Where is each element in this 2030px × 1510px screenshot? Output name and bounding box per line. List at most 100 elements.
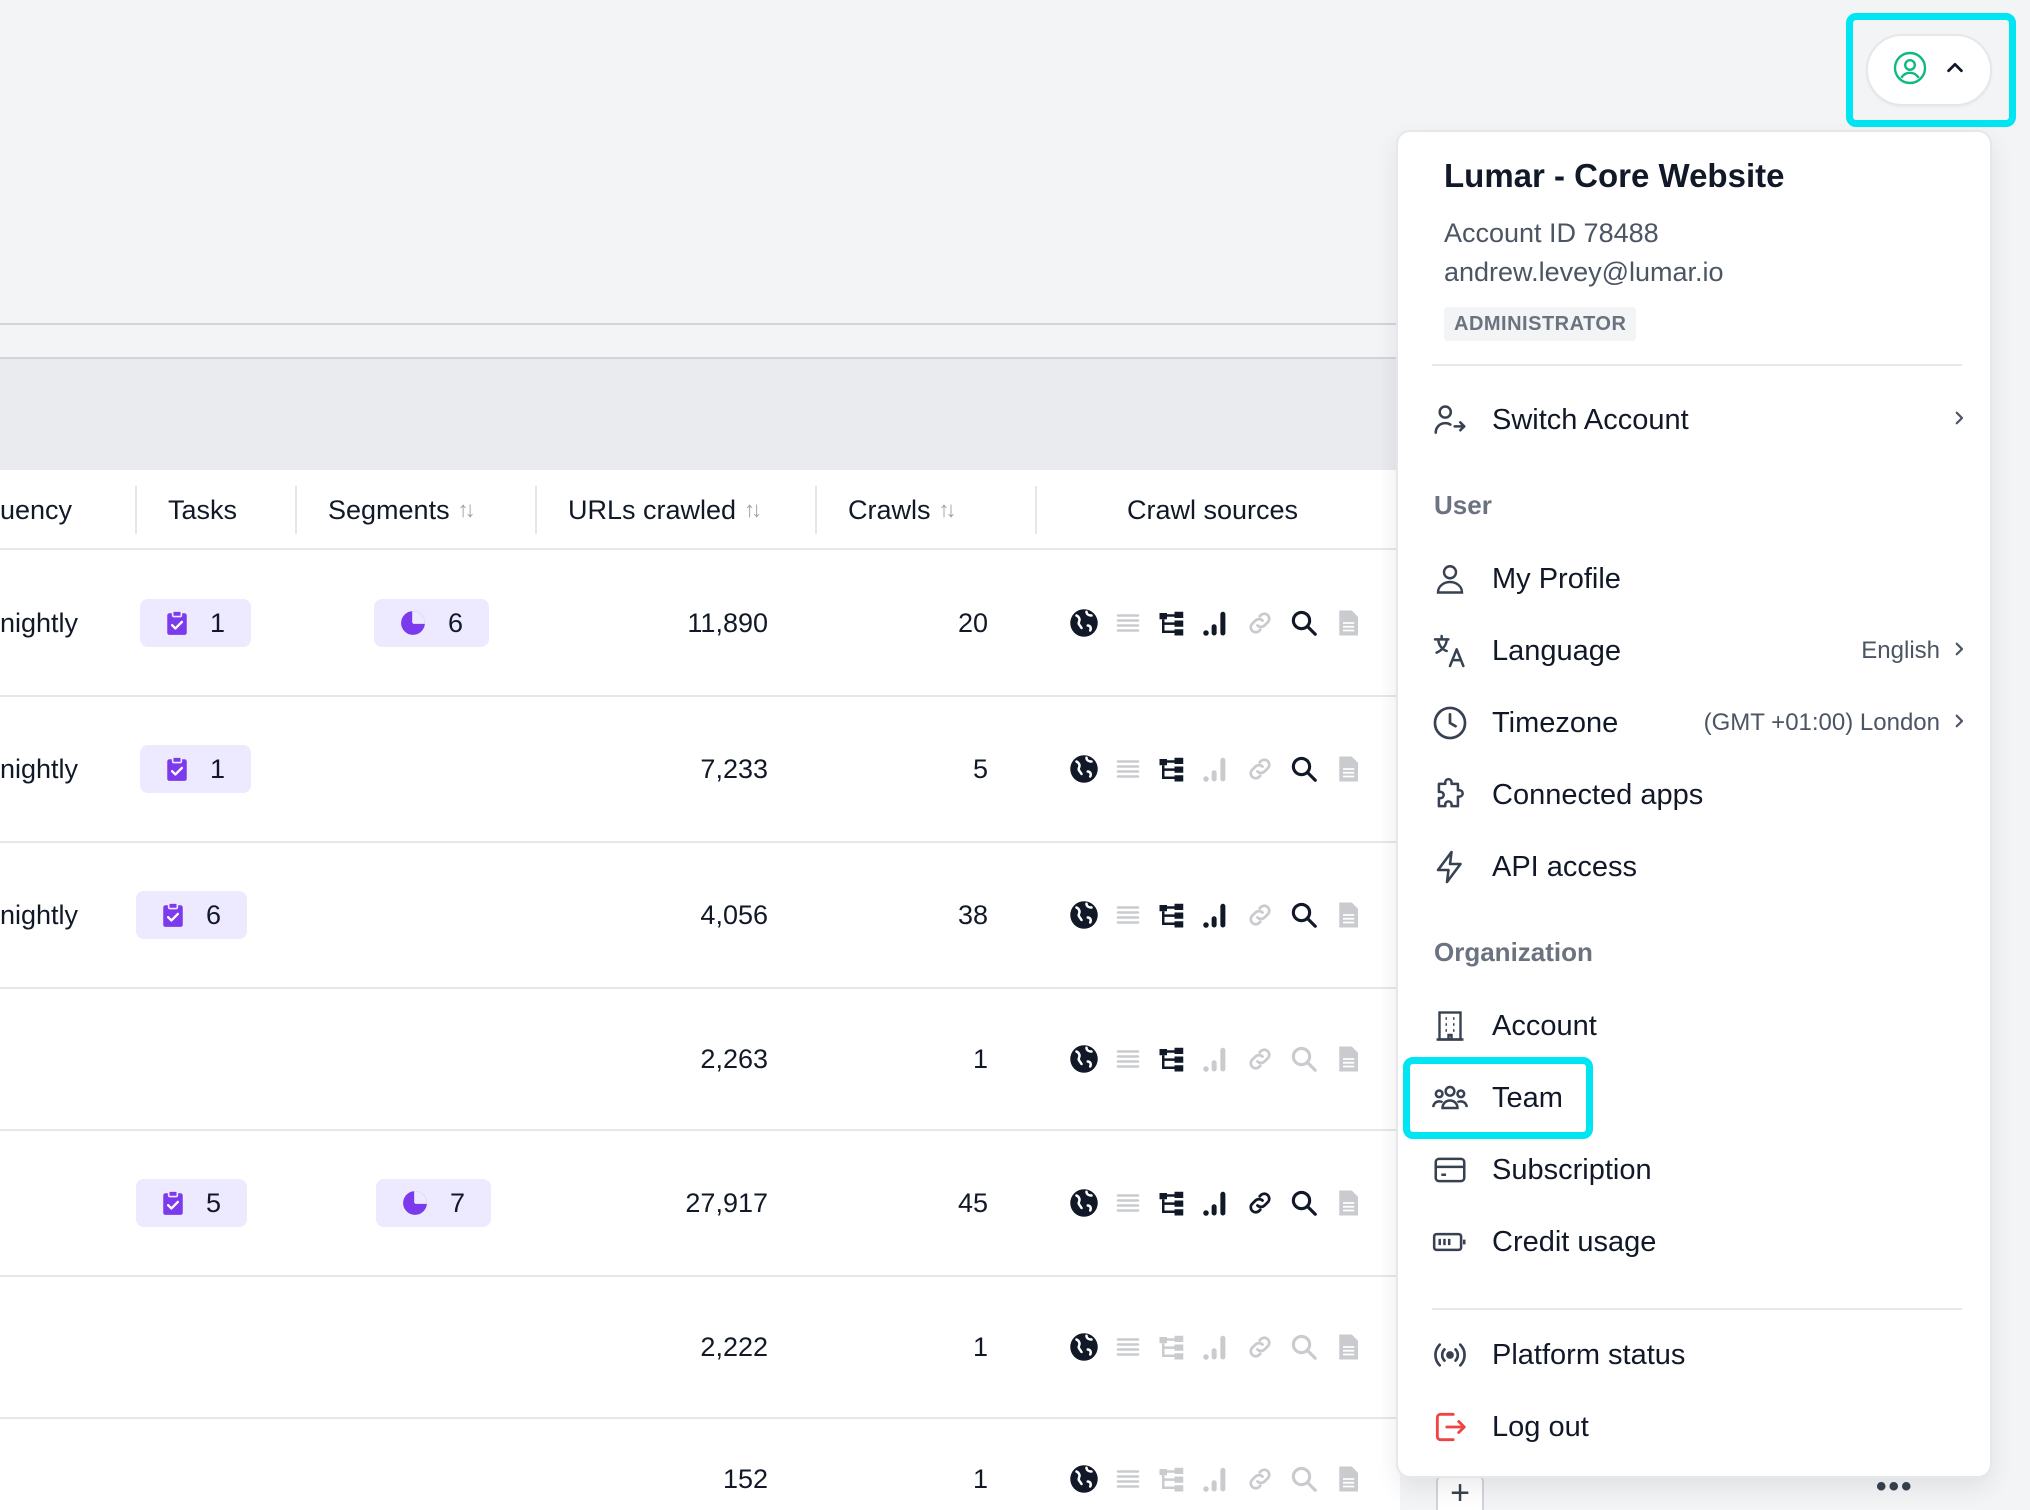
crawls-cell: 45 <box>957 1187 988 1218</box>
logout-icon <box>1428 1405 1472 1449</box>
header-divider <box>0 323 1400 325</box>
header-crawls[interactable]: Crawls ↑↓ <box>848 470 957 550</box>
frequency-cell: nightly <box>0 753 79 784</box>
translate-icon <box>1428 629 1472 673</box>
user-icon <box>1428 557 1472 601</box>
crawl-sources-cell <box>1062 989 1370 1129</box>
sitemap-icon <box>1150 1457 1194 1501</box>
table-row[interactable]: nightly 1 6 11,890 20 <box>0 551 1400 697</box>
globe-icon <box>1062 1181 1106 1225</box>
sort-icon[interactable]: ↑↓ <box>744 497 762 523</box>
table-row[interactable]: nightly 1 7,233 5 <box>0 697 1400 843</box>
tasks-badge[interactable]: 1 <box>140 745 252 793</box>
role-badge: ADMINISTRATOR <box>1444 307 1637 341</box>
urls-crawled-cell: 4,056 <box>700 899 768 930</box>
user-section-label: User <box>1434 490 1492 520</box>
backlinks-icon <box>1238 893 1282 937</box>
analytics-icon <box>1194 601 1238 645</box>
clock-icon <box>1428 701 1472 745</box>
puzzle-icon <box>1428 773 1472 817</box>
account-dropdown: Lumar - Core Website Account ID 78488 an… <box>1396 130 1992 1478</box>
sort-icon[interactable]: ↑↓ <box>458 497 476 523</box>
table-row[interactable]: 5 7 27,917 45 <box>0 1131 1400 1277</box>
globe-icon <box>1062 1457 1106 1501</box>
search-console-icon <box>1282 893 1326 937</box>
crawls-cell: 20 <box>957 607 988 638</box>
crawls-cell: 1 <box>972 1043 988 1074</box>
list-icon <box>1106 893 1150 937</box>
globe-icon <box>1062 747 1106 791</box>
analytics-icon <box>1194 1181 1238 1225</box>
credit-card-icon <box>1428 1148 1472 1192</box>
tasks-badge[interactable]: 6 <box>136 891 248 939</box>
table-row[interactable]: 2,263 1 <box>0 989 1400 1131</box>
subscription-item[interactable]: Subscription <box>1428 1139 1968 1201</box>
clipboard-check-icon <box>162 902 184 928</box>
table-row[interactable]: 2,222 1 <box>0 1277 1400 1419</box>
header-crawl-sources: Crawl sources <box>1127 494 1299 525</box>
credit-usage-item[interactable]: Credit usage <box>1428 1211 1968 1273</box>
sitemap-icon <box>1150 601 1194 645</box>
backlinks-icon <box>1238 601 1282 645</box>
pie-chart-icon <box>402 1190 428 1216</box>
header-tasks[interactable]: Tasks <box>168 470 237 550</box>
search-console-icon <box>1282 1325 1326 1369</box>
lightning-icon <box>1428 845 1472 889</box>
add-button[interactable]: + <box>1436 1474 1484 1510</box>
search-console-icon <box>1282 601 1326 645</box>
language-item[interactable]: Language English <box>1428 620 1968 682</box>
analytics-icon <box>1194 1457 1238 1501</box>
urls-crawled-cell: 7,233 <box>700 753 768 784</box>
log-file-icon <box>1326 601 1370 645</box>
api-access-item[interactable]: API access <box>1428 836 1968 898</box>
list-icon <box>1106 1457 1150 1501</box>
clipboard-check-icon <box>162 1190 184 1216</box>
crawl-sources-cell <box>1062 843 1370 987</box>
search-console-icon <box>1282 1457 1326 1501</box>
frequency-cell: nightly <box>0 899 79 930</box>
globe-icon <box>1062 601 1106 645</box>
tasks-badge[interactable]: 1 <box>140 599 252 647</box>
backlinks-icon <box>1238 1325 1282 1369</box>
sort-icon[interactable]: ↑↓ <box>939 497 957 523</box>
analytics-icon <box>1194 1037 1238 1081</box>
log-file-icon <box>1326 747 1370 791</box>
sitemap-icon <box>1150 893 1194 937</box>
switch-account-item[interactable]: Switch Account <box>1428 389 1968 451</box>
header-segments[interactable]: Segments ↑↓ <box>328 470 476 550</box>
sitemap-icon <box>1150 747 1194 791</box>
list-icon <box>1106 1181 1150 1225</box>
backlinks-icon <box>1238 1037 1282 1081</box>
list-icon <box>1106 1037 1150 1081</box>
list-icon <box>1106 747 1150 791</box>
table-row[interactable]: nightly 6 4,056 38 <box>0 843 1400 989</box>
segments-badge[interactable]: 6 <box>374 599 490 647</box>
highlight-box <box>1403 1057 1593 1139</box>
language-value: English <box>1861 637 1940 664</box>
clipboard-check-icon <box>166 610 188 636</box>
analytics-icon <box>1194 747 1238 791</box>
sitemap-icon <box>1150 1181 1194 1225</box>
timezone-item[interactable]: Timezone (GMT +01:00) London <box>1428 692 1968 754</box>
connected-apps-item[interactable]: Connected apps <box>1428 764 1968 826</box>
urls-crawled-cell: 11,890 <box>687 607 768 638</box>
backlinks-icon <box>1238 747 1282 791</box>
crawls-cell: 1 <box>972 1463 988 1494</box>
search-console-icon <box>1282 1181 1326 1225</box>
search-console-icon <box>1282 1037 1326 1081</box>
my-profile-item[interactable]: My Profile <box>1428 548 1968 610</box>
building-icon <box>1428 1004 1472 1048</box>
platform-status-item[interactable]: Platform status <box>1428 1324 1968 1386</box>
urls-crawled-cell: 2,263 <box>700 1043 768 1074</box>
log-file-icon <box>1326 893 1370 937</box>
header-urls-crawled[interactable]: URLs crawled ↑↓ <box>568 470 762 550</box>
chevron-right-icon <box>1950 637 1968 665</box>
account-item[interactable]: Account <box>1428 995 1968 1057</box>
header-frequency[interactable]: uency <box>0 470 72 550</box>
organization-section-label: Organization <box>1434 937 1593 967</box>
log-out-item[interactable]: Log out <box>1428 1396 1968 1458</box>
table-row[interactable]: 152 1 <box>0 1419 1400 1510</box>
clipboard-check-icon <box>166 756 188 782</box>
tasks-badge[interactable]: 5 <box>136 1179 248 1227</box>
segments-badge[interactable]: 7 <box>376 1179 492 1227</box>
